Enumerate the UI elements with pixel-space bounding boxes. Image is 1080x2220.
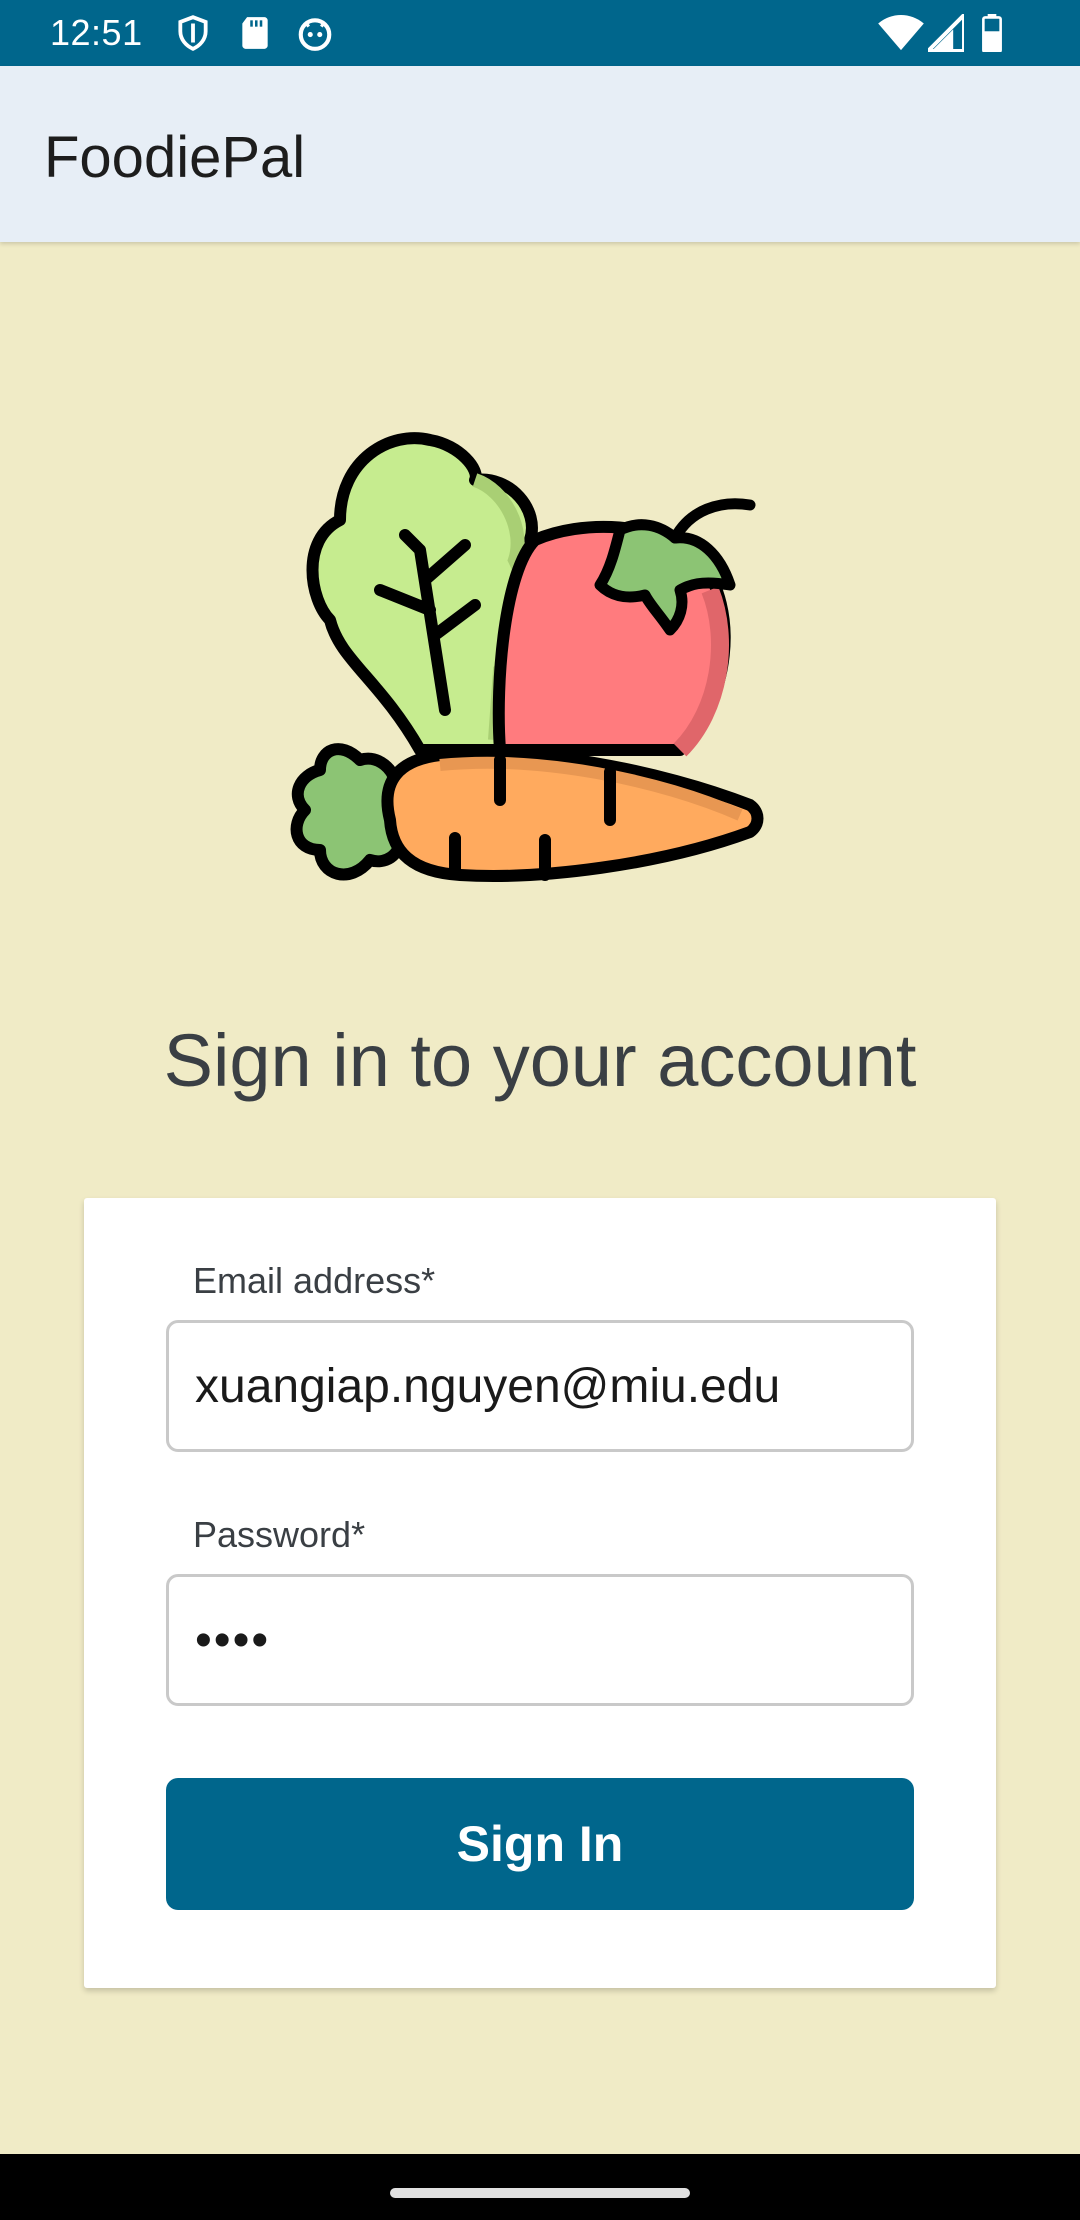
- navigation-bar: [0, 2154, 1080, 2220]
- sign-in-button[interactable]: Sign In: [166, 1778, 914, 1910]
- password-value: ••••: [195, 1613, 271, 1667]
- sign-in-card: Email address* xuangiap.nguyen@miu.edu P…: [84, 1198, 996, 1988]
- battery-icon: [982, 14, 1002, 52]
- signal-icon: [928, 14, 964, 52]
- shield-icon: [178, 15, 208, 51]
- password-label: Password*: [193, 1514, 366, 1555]
- home-gesture-handle[interactable]: [390, 2188, 690, 2198]
- email-field[interactable]: xuangiap.nguyen@miu.edu: [166, 1320, 914, 1452]
- app-title: FoodiePal: [44, 125, 306, 190]
- vegetables-icon: [290, 432, 764, 882]
- android-icon: [298, 18, 332, 51]
- sd-card-icon: [242, 17, 268, 49]
- password-field[interactable]: ••••: [166, 1574, 914, 1706]
- wifi-icon: [878, 14, 924, 51]
- status-time: 12:51: [50, 12, 143, 53]
- status-bar: 12:51: [0, 0, 1080, 66]
- sign-in-button-label: Sign In: [456, 1816, 624, 1872]
- page-title: Sign in to your account: [163, 1019, 917, 1102]
- app-bar: FoodiePal: [0, 66, 1080, 242]
- email-value: xuangiap.nguyen@miu.edu: [195, 1359, 781, 1413]
- email-label: Email address*: [193, 1260, 436, 1301]
